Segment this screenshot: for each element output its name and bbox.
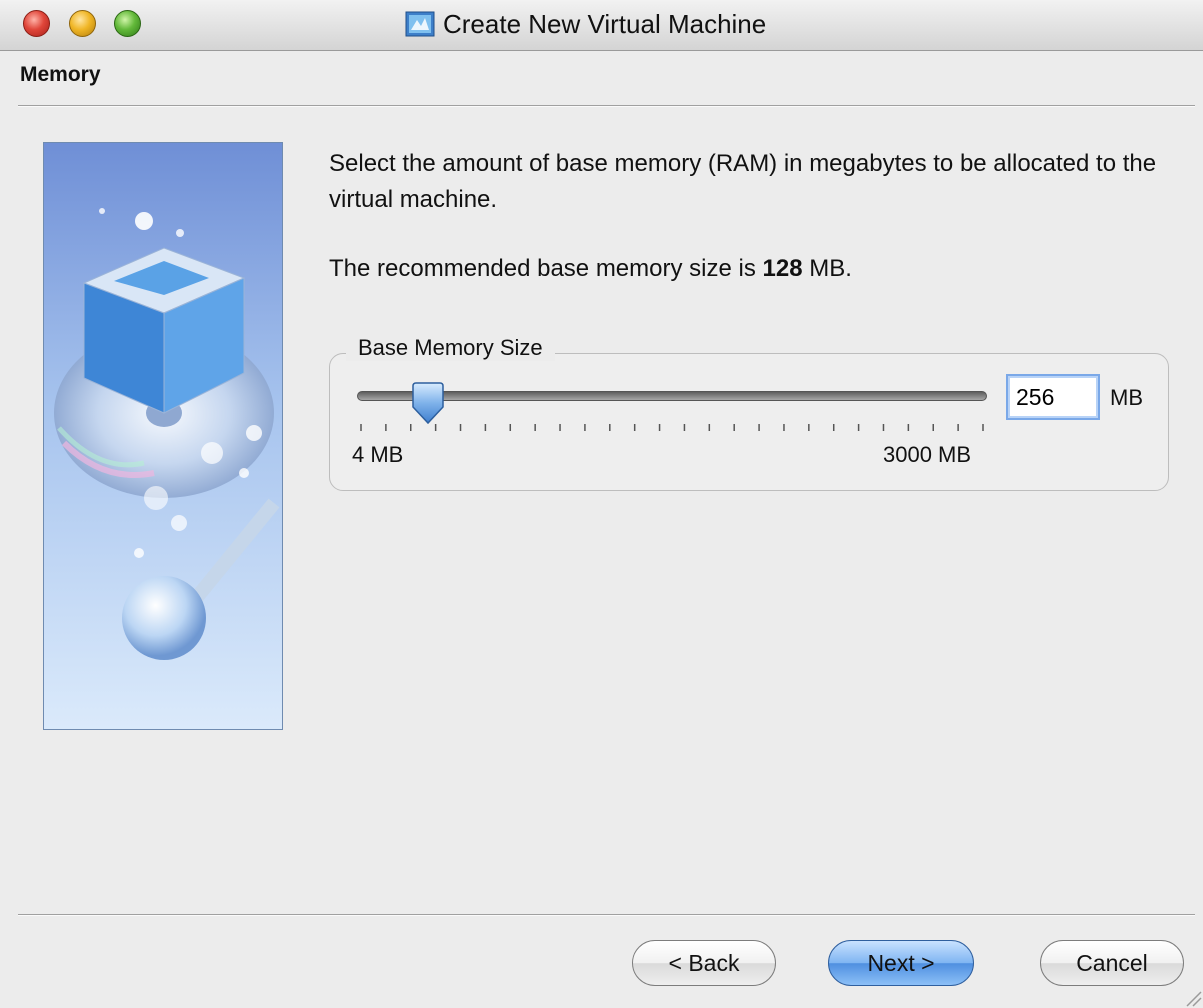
recommended-memory-text: The recommended base memory size is 128 … (329, 255, 852, 283)
resize-grip-icon[interactable] (1179, 984, 1203, 1008)
header-divider (18, 105, 1195, 107)
memory-unit-label: MB (1110, 385, 1143, 410)
recommended-memory-prefix: The recommended base memory size is (329, 255, 763, 282)
zoom-window-button[interactable] (114, 10, 141, 37)
close-window-button[interactable] (23, 10, 50, 37)
memory-slider-ticks (360, 424, 984, 431)
virtualbox-cube-illustration (44, 143, 282, 729)
page-header: Memory (20, 63, 101, 86)
minimize-window-button[interactable] (69, 10, 96, 37)
base-memory-group-title: Base Memory Size (346, 335, 555, 361)
virtualbox-icon (405, 11, 435, 37)
memory-slider-thumb[interactable] (411, 381, 445, 425)
window-title-group: Create New Virtual Machine (405, 8, 766, 40)
slider-min-label: 4 MB (352, 442, 404, 467)
wizard-illustration (43, 142, 283, 730)
cancel-button[interactable]: Cancel (1040, 940, 1184, 986)
memory-slider-track[interactable] (357, 391, 987, 401)
memory-size-input[interactable] (1006, 374, 1100, 420)
next-button[interactable]: Next > (828, 940, 974, 986)
footer-divider (18, 914, 1195, 916)
slider-max-label: 3000 MB (883, 442, 972, 467)
recommended-memory-value: 128 (762, 255, 803, 282)
window-title: Create New Virtual Machine (443, 8, 767, 39)
back-button[interactable]: < Back (632, 940, 776, 986)
title-bar: Create New Virtual Machine (0, 0, 1203, 51)
page-description: Select the amount of base memory (RAM) i… (329, 150, 1157, 213)
recommended-memory-suffix: MB. (802, 255, 852, 282)
